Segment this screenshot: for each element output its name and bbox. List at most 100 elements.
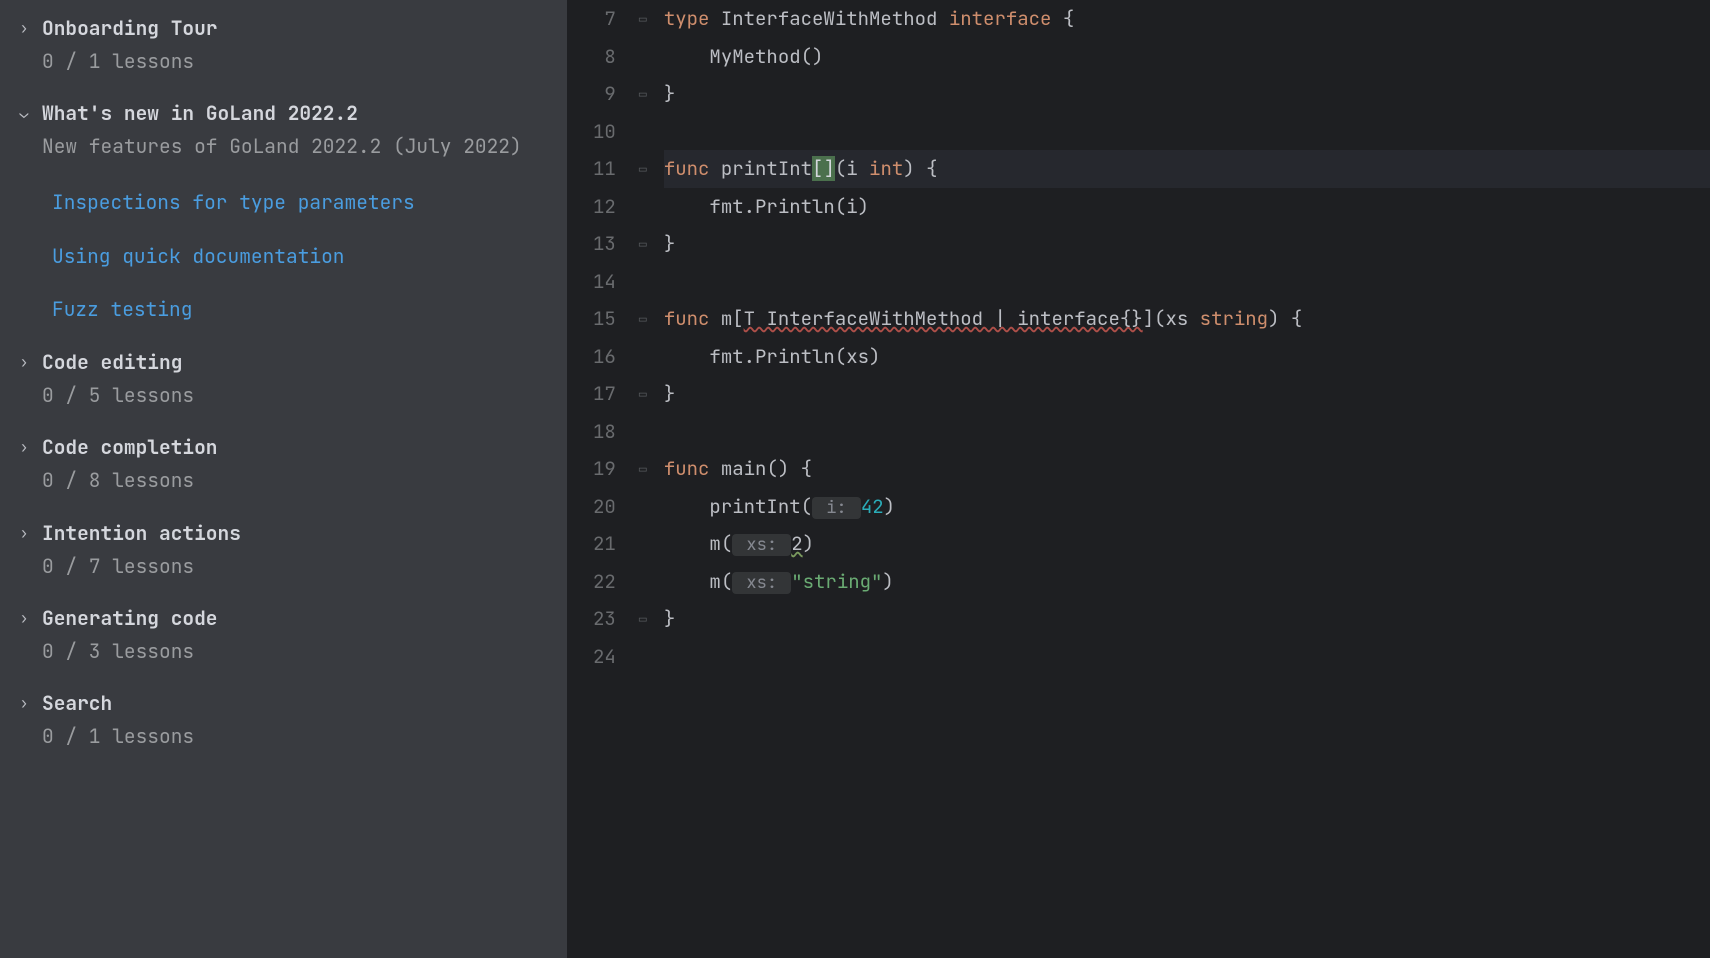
code-area[interactable]: type InterfaceWithMethod interface { MyM… — [656, 0, 1710, 958]
lesson-section-header[interactable]: ›Code editing0 / 5 lessons — [16, 348, 551, 411]
code-line[interactable]: func m[T InterfaceWithMethod | interface… — [664, 300, 1710, 338]
fold-open-icon[interactable]: ▭ — [636, 300, 650, 338]
line-number[interactable]: 22 — [593, 563, 616, 601]
line-number[interactable]: 17 — [593, 375, 616, 413]
token-ident: ) — [1268, 306, 1291, 331]
lesson-section[interactable]: ›Search0 / 1 lessons — [16, 689, 551, 752]
code-line[interactable] — [664, 113, 1710, 151]
fold-open-icon[interactable]: ▭ — [636, 0, 650, 38]
code-line[interactable]: } — [664, 75, 1710, 113]
token-ident: fmt.Println(i) — [664, 194, 869, 219]
line-number[interactable]: 10 — [593, 113, 616, 151]
token-func-name: printInt — [721, 156, 812, 181]
token-kw: type — [664, 6, 721, 31]
line-number[interactable]: 14 — [593, 263, 616, 301]
lesson-section[interactable]: ⌄What's new in GoLand 2022.2New features… — [16, 99, 551, 324]
token-curly: } — [664, 81, 675, 106]
section-subtitle: 0 / 5 lessons — [42, 380, 551, 411]
section-title: Onboarding Tour — [42, 14, 551, 42]
lesson-section-header[interactable]: ›Search0 / 1 lessons — [16, 689, 551, 752]
line-number[interactable]: 19▶ — [593, 450, 616, 488]
line-number[interactable]: 9 — [593, 75, 616, 113]
section-title: Intention actions — [42, 519, 551, 547]
chevron-right-icon[interactable]: › — [16, 604, 32, 632]
lesson-link[interactable]: Inspections for type parameters — [52, 188, 551, 217]
line-number[interactable]: 21 — [593, 525, 616, 563]
code-line[interactable] — [664, 263, 1710, 301]
fold-open-icon[interactable]: ▭ — [636, 450, 650, 488]
token-type-name: InterfaceWithMethod — [721, 6, 949, 31]
lesson-link[interactable]: Using quick documentation — [52, 242, 551, 271]
line-number[interactable]: 7 — [593, 0, 616, 38]
lesson-section[interactable]: › Onboarding Tour 0 / 1 lessons — [16, 14, 551, 77]
lesson-section-header[interactable]: ›Code completion0 / 8 lessons — [16, 433, 551, 496]
lesson-section-header[interactable]: ⌄What's new in GoLand 2022.2New features… — [16, 99, 551, 162]
line-number[interactable]: 12 — [593, 188, 616, 226]
chevron-right-icon[interactable]: › — [16, 348, 32, 376]
token-sel-bracket: ] — [823, 156, 834, 181]
lesson-section-header[interactable]: › Intention actions 0 / 7 lessons — [16, 519, 551, 582]
chevron-right-icon[interactable]: › — [16, 14, 32, 42]
token-ident: ) — [884, 494, 895, 519]
lesson-section[interactable]: ›Code completion0 / 8 lessons — [16, 433, 551, 496]
code-line[interactable]: fmt.Println(xs) — [664, 338, 1710, 376]
code-line[interactable]: fmt.Println(i) — [664, 188, 1710, 226]
code-line[interactable]: func printInt[](i int) { — [664, 150, 1710, 188]
code-editor[interactable]: 78910111213141516171819▶2021222324 ▭▭▭▭▭… — [567, 0, 1710, 958]
lesson-section-header[interactable]: ›Generating code0 / 3 lessons — [16, 604, 551, 667]
fold-close-icon[interactable]: ▭ — [636, 600, 650, 638]
line-number[interactable]: 16 — [593, 338, 616, 376]
token-kw: interface — [949, 6, 1063, 31]
code-line[interactable]: func main() { — [664, 450, 1710, 488]
token-ident: ) — [803, 531, 814, 556]
token-hint: i: — [812, 497, 861, 519]
token-ident: ) — [882, 569, 893, 594]
line-number[interactable]: 13 — [593, 225, 616, 263]
section-subtitle: 0 / 1 lessons — [42, 46, 551, 77]
line-number[interactable]: 23 — [593, 600, 616, 638]
token-curly: { — [1291, 306, 1302, 331]
code-line[interactable]: MyMethod() — [664, 38, 1710, 76]
line-number[interactable]: 18 — [593, 413, 616, 451]
token-ident: ](xs — [1143, 306, 1200, 331]
lesson-section[interactable]: ›Code editing0 / 5 lessons — [16, 348, 551, 411]
token-num: 42 — [861, 494, 884, 519]
code-line[interactable]: m( xs: 2) — [664, 525, 1710, 563]
token-ident: printInt( — [664, 494, 812, 519]
lesson-section[interactable]: ›Generating code0 / 3 lessons — [16, 604, 551, 667]
code-line[interactable]: m( xs: "string") — [664, 563, 1710, 601]
line-number[interactable]: 24 — [593, 638, 616, 676]
line-number[interactable]: 15 — [593, 300, 616, 338]
code-line[interactable] — [664, 638, 1710, 676]
code-line[interactable]: type InterfaceWithMethod interface { — [664, 0, 1710, 38]
chevron-down-icon[interactable]: ⌄ — [16, 99, 32, 127]
section-subtitle: 0 / 8 lessons — [42, 465, 551, 496]
code-line[interactable]: printInt( i: 42) — [664, 488, 1710, 526]
fold-close-icon[interactable]: ▭ — [636, 225, 650, 263]
chevron-right-icon[interactable]: › — [16, 433, 32, 461]
lesson-link[interactable]: Fuzz testing — [52, 295, 551, 324]
section-subtitle: 0 / 1 lessons — [42, 721, 551, 752]
token-ident: fmt.Println(xs) — [664, 344, 881, 369]
code-line[interactable] — [664, 413, 1710, 451]
line-number[interactable]: 20 — [593, 488, 616, 526]
fold-close-icon[interactable]: ▭ — [636, 375, 650, 413]
line-number[interactable]: 11 — [593, 150, 616, 188]
token-curly: { — [1063, 6, 1074, 31]
line-number[interactable]: 8 — [593, 38, 616, 76]
token-curly: } — [664, 231, 675, 256]
chevron-right-icon[interactable]: › — [16, 689, 32, 717]
fold-column: ▭ ▭ ▭ ▭ ▭ ▭ ▭ ▭ — [634, 0, 656, 958]
token-ident: () — [766, 456, 800, 481]
fold-open-icon[interactable]: ▭ — [636, 150, 650, 188]
section-subtitle: 0 / 7 lessons — [42, 551, 551, 582]
lesson-section-header[interactable]: › Onboarding Tour 0 / 1 lessons — [16, 14, 551, 77]
lesson-section[interactable]: › Intention actions 0 / 7 lessons — [16, 519, 551, 582]
chevron-right-icon[interactable]: › — [16, 519, 32, 547]
section-subtitle: New features of GoLand 2022.2 (July 2022… — [42, 131, 551, 162]
code-line[interactable]: } — [664, 600, 1710, 638]
fold-close-icon[interactable]: ▭ — [636, 75, 650, 113]
code-line[interactable]: } — [664, 225, 1710, 263]
code-line[interactable]: } — [664, 375, 1710, 413]
token-kw: func — [664, 156, 721, 181]
